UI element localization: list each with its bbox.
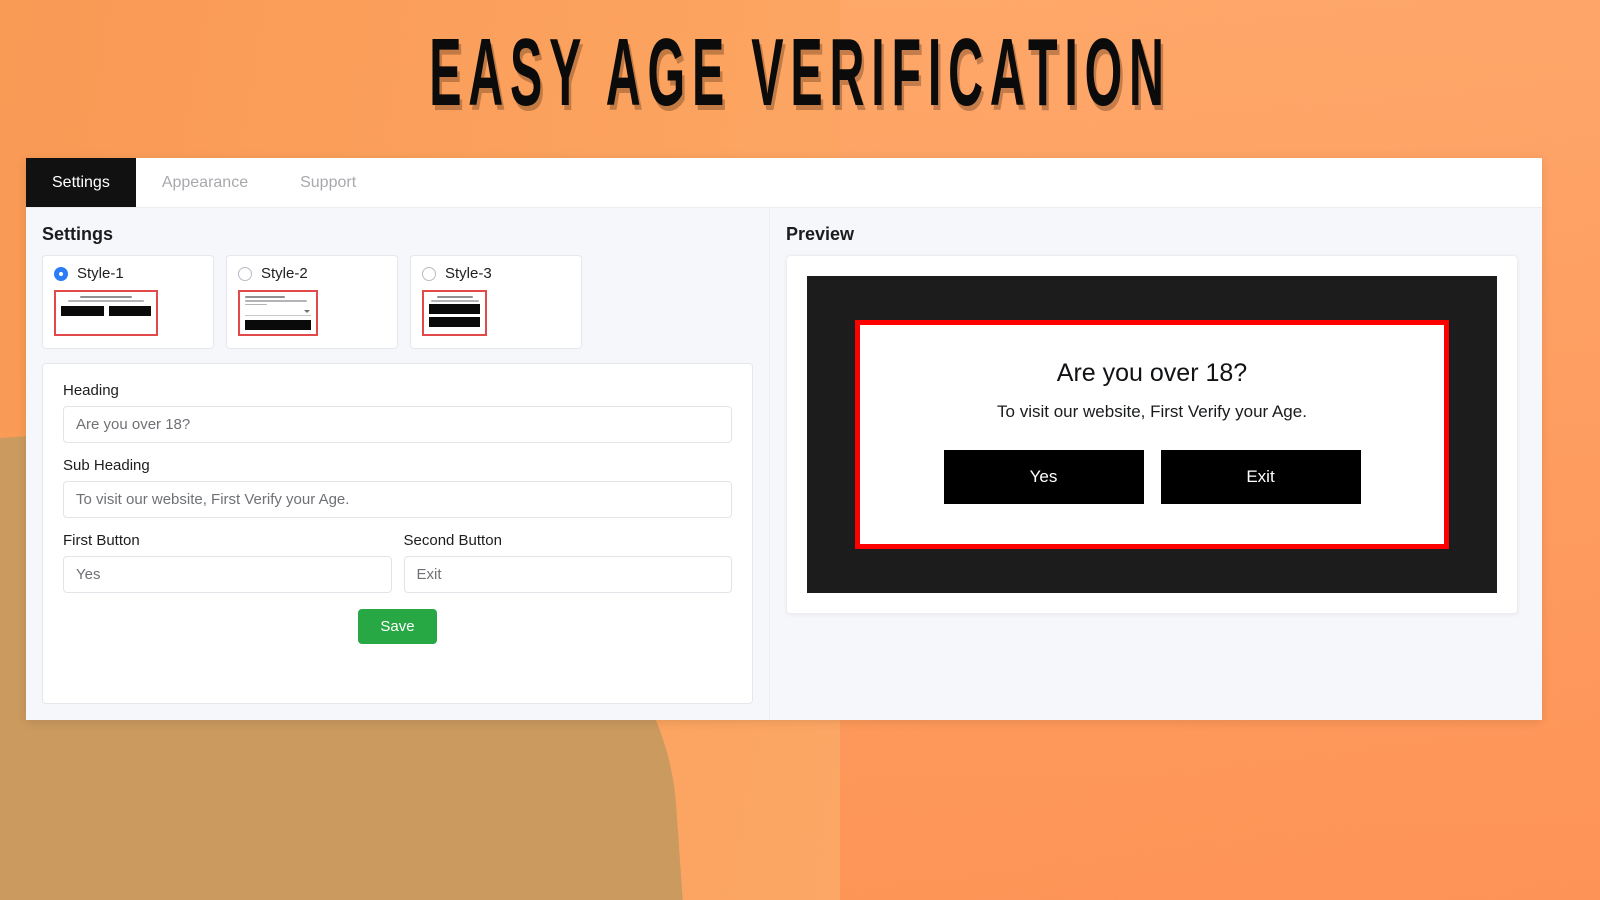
subheading-field-block: Sub Heading bbox=[63, 457, 732, 518]
modal-exit-button[interactable]: Exit bbox=[1160, 450, 1361, 504]
style-2-thumbnail bbox=[238, 290, 318, 336]
settings-section-title: Settings bbox=[42, 224, 114, 244]
thumb-line bbox=[245, 296, 285, 298]
style-card-1-label: Style-1 bbox=[77, 265, 124, 282]
page-title: EASY AGE VERIFICATION bbox=[429, 18, 1171, 126]
age-verification-modal: Are you over 18? To visit our website, F… bbox=[855, 320, 1449, 549]
radio-style-2[interactable] bbox=[238, 266, 252, 281]
first-button-field-block: First Button bbox=[63, 532, 392, 593]
style-3-thumbnail bbox=[422, 290, 487, 336]
modal-subheading: To visit our website, First Verify your … bbox=[997, 402, 1307, 421]
style-card-2-head: Style-2 bbox=[238, 265, 386, 282]
first-button-input[interactable] bbox=[63, 556, 392, 593]
modal-button-row: Yes Exit bbox=[890, 450, 1414, 504]
first-button-label: First Button bbox=[63, 532, 140, 549]
style-card-1[interactable]: Style-1 bbox=[42, 255, 214, 349]
app-window: Settings Appearance Support Settings Sty… bbox=[26, 158, 1542, 720]
preview-overlay: Are you over 18? To visit our website, F… bbox=[807, 276, 1497, 593]
style-1-thumbnail bbox=[54, 290, 158, 336]
second-button-input[interactable] bbox=[403, 556, 732, 593]
thumb-line bbox=[245, 303, 267, 305]
heading-input[interactable] bbox=[63, 406, 732, 443]
tab-appearance-label: Appearance bbox=[161, 173, 249, 191]
style-card-2[interactable]: Style-2 bbox=[226, 255, 398, 349]
style-card-3[interactable]: Style-3 bbox=[410, 255, 582, 349]
thumb-line bbox=[430, 300, 479, 302]
heading-label: Heading bbox=[63, 382, 119, 399]
preview-card: Are you over 18? To visit our website, F… bbox=[786, 255, 1518, 614]
settings-form: Heading Sub Heading First Button Second … bbox=[42, 363, 753, 704]
thumb-button bbox=[245, 320, 311, 330]
style-card-3-head: Style-3 bbox=[422, 265, 570, 282]
tab-appearance[interactable]: Appearance bbox=[136, 158, 274, 207]
modal-heading: Are you over 18? bbox=[1056, 359, 1248, 387]
thumb-button bbox=[61, 305, 104, 316]
thumb-button bbox=[429, 303, 480, 314]
thumb-line bbox=[80, 296, 132, 298]
save-button[interactable]: Save bbox=[358, 609, 437, 644]
radio-style-3[interactable] bbox=[422, 266, 436, 281]
thumb-select bbox=[245, 308, 311, 316]
modal-yes-button[interactable]: Yes bbox=[943, 450, 1144, 504]
thumb-line bbox=[436, 296, 473, 298]
subheading-label: Sub Heading bbox=[63, 457, 150, 474]
preview-section-title: Preview bbox=[786, 224, 855, 244]
tab-bar: Settings Appearance Support bbox=[26, 158, 1542, 208]
thumb-line bbox=[68, 300, 144, 302]
thumb-button bbox=[108, 305, 151, 316]
radio-style-1[interactable] bbox=[54, 266, 68, 281]
tab-support[interactable]: Support bbox=[274, 158, 382, 207]
subheading-input[interactable] bbox=[63, 481, 732, 518]
style-selector: Style-1 Style-2 Style-3 bbox=[26, 255, 769, 349]
style-card-1-head: Style-1 bbox=[54, 265, 202, 282]
tab-support-label: Support bbox=[300, 173, 357, 191]
style-card-2-label: Style-2 bbox=[261, 265, 308, 282]
second-button-label: Second Button bbox=[403, 532, 502, 549]
second-button-field-block: Second Button bbox=[403, 532, 732, 593]
heading-field-block: Heading bbox=[63, 382, 732, 443]
save-row: Save bbox=[63, 609, 732, 644]
thumb-line bbox=[245, 300, 307, 302]
tab-settings-label: Settings bbox=[52, 173, 110, 191]
button-fields-row: First Button Second Button bbox=[63, 532, 732, 593]
thumb-button bbox=[429, 316, 480, 327]
app-body: Settings Style-1 Style-2 Style-3 Heading… bbox=[26, 208, 1542, 720]
tab-settings[interactable]: Settings bbox=[26, 158, 136, 207]
style-card-3-label: Style-3 bbox=[445, 265, 492, 282]
thumb-buttons bbox=[61, 305, 151, 316]
preview-panel: Preview Are you over 18? To visit our we… bbox=[770, 208, 1542, 720]
settings-panel: Settings Style-1 Style-2 Style-3 Heading… bbox=[26, 208, 770, 720]
